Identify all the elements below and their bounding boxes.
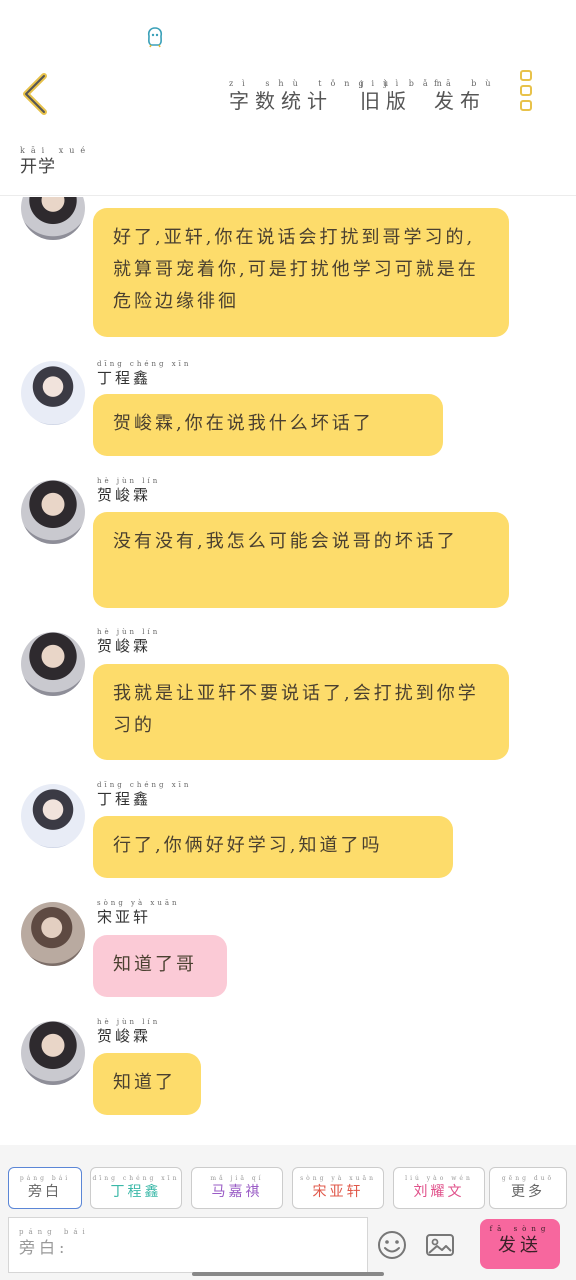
sender-name-text: 丁程鑫 [97, 369, 152, 387]
message-text: 我就是让亚轩不要说话了,会打扰到你学习的 [113, 683, 479, 736]
message-text: 知道了哥 [113, 954, 197, 975]
menu-square [520, 85, 532, 96]
message-bubble[interactable]: 我就是让亚轩不要说话了,会打扰到你学习的 [93, 664, 509, 760]
role-chip-pinyin: sòng yà xuān [300, 1175, 376, 1182]
role-chip-ma-jiaqi[interactable]: mǎ jiā qí 马嘉祺 [191, 1167, 283, 1209]
message-bubble[interactable]: 知道了哥 [93, 935, 227, 997]
sender-name: dīng chéng xīn 丁程鑫 [97, 781, 191, 809]
message-text: 好了,亚轩,你在说话会打扰到哥学习的,就算哥宠着你,可是打扰他学习可就是在危险边… [113, 227, 479, 312]
role-chip-label: 丁程鑫 [110, 1184, 162, 1200]
send-button[interactable]: fā sòng 发送 [480, 1219, 560, 1269]
chapter-bar: kāi xué 开学 [0, 130, 576, 196]
sender-name: dīng chéng xīn 丁程鑫 [97, 360, 191, 388]
message-bubble[interactable]: 好了,亚轩,你在说话会打扰到哥学习的,就算哥宠着你,可是打扰他学习可就是在危险边… [93, 208, 509, 337]
avatar[interactable] [21, 784, 85, 848]
sender-name-pinyin: hè jùn lín [97, 477, 161, 485]
home-indicator[interactable] [192, 1272, 384, 1276]
back-button[interactable] [18, 72, 58, 116]
send-button-label: 发送 [498, 1235, 542, 1256]
role-chip-pinyin: gēng duō [501, 1175, 555, 1182]
role-chip-ding-chengxin[interactable]: dīng chéng xīn 丁程鑫 [90, 1167, 182, 1209]
publish-label: 发布 [434, 89, 486, 113]
message-bubble[interactable]: 行了,你俩好好学习,知道了吗 [93, 816, 453, 878]
message-text: 没有没有,我怎么可能会说哥的坏话了 [113, 531, 458, 552]
role-chip-narrator[interactable]: páng bái 旁白 [8, 1167, 82, 1209]
sender-name-pinyin: hè jùn lín [97, 1018, 161, 1026]
message-text: 知道了 [113, 1072, 176, 1093]
role-chip-liu-yaowen[interactable]: liú yào wén 刘耀文 [393, 1167, 485, 1209]
sender-name: sòng yà xuān 宋亚轩 [97, 899, 180, 927]
menu-square [520, 70, 532, 81]
more-menu-icon[interactable] [520, 70, 540, 116]
menu-square [520, 100, 532, 111]
role-chip-pinyin: dīng chéng xīn [92, 1175, 180, 1182]
sender-name: hè jùn lín 贺峻霖 [97, 477, 160, 505]
role-chip-pinyin: liú yào wén [405, 1175, 473, 1182]
avatar[interactable] [21, 480, 85, 544]
sender-name: hè jùn lín 贺峻霖 [97, 1018, 160, 1046]
avatar[interactable] [21, 902, 85, 966]
role-chip-label: 宋亚轩 [312, 1184, 364, 1200]
sender-name: hè jùn lín 贺峻霖 [97, 628, 160, 656]
emoji-icon[interactable] [376, 1229, 408, 1261]
chapter-title-text: 开学 [20, 157, 56, 177]
sender-name-pinyin: dīng chéng xīn [97, 360, 192, 368]
avatar[interactable] [21, 361, 85, 425]
status-bar [0, 0, 576, 60]
chapter-title[interactable]: kāi xué 开学 [20, 146, 91, 178]
sender-name-text: 宋亚轩 [97, 908, 152, 926]
publish-button[interactable]: fā bù 发布 [434, 78, 500, 113]
sender-name-text: 贺峻霖 [97, 637, 152, 655]
top-navigation-bar: zì shù tǒng jì 字数统计 jiù bǎn 旧版 fā bù 发布 [0, 60, 576, 130]
composer-panel: páng bái 旁白 dīng chéng xīn 丁程鑫 mǎ jiā qí… [0, 1145, 576, 1280]
role-chip-more[interactable]: gēng duō 更多 [489, 1167, 567, 1209]
message-text: 行了,你俩好好学习,知道了吗 [113, 835, 383, 856]
message-input-placeholder-pinyin: páng bái [19, 1228, 90, 1236]
chevron-left-icon [23, 73, 47, 115]
message-input[interactable]: páng bái 旁白: [8, 1217, 368, 1273]
avatar[interactable] [21, 197, 85, 240]
image-icon[interactable] [424, 1229, 456, 1261]
role-chip-label: 刘耀文 [413, 1184, 465, 1200]
sender-name-pinyin: hè jùn lín [97, 628, 161, 636]
sender-name-text: 丁程鑫 [97, 790, 152, 808]
avatar[interactable] [21, 632, 85, 696]
message-input-placeholder: 旁白: [19, 1238, 69, 1257]
sender-name-text: 贺峻霖 [97, 1027, 152, 1045]
chat-message-list[interactable]: 好了,亚轩,你在说话会打扰到哥学习的,就算哥宠着你,可是打扰他学习可就是在危险边… [0, 197, 576, 1145]
publish-pinyin: fā bù [434, 79, 500, 88]
notification-app-icon [147, 27, 163, 48]
message-bubble[interactable]: 没有没有,我怎么可能会说哥的坏话了 [93, 512, 509, 608]
role-chip-pinyin: páng bái [19, 1175, 71, 1182]
role-chip-song-yaxuan[interactable]: sòng yà xuān 宋亚轩 [292, 1167, 384, 1209]
message-bubble[interactable]: 贺峻霖,你在说我什么坏话了 [93, 394, 443, 456]
sender-name-pinyin: dīng chéng xīn [97, 781, 192, 789]
chapter-title-pinyin: kāi xué [20, 146, 92, 155]
message-text: 贺峻霖,你在说我什么坏话了 [113, 413, 374, 434]
sender-name-pinyin: sòng yà xuān [97, 899, 180, 907]
role-chip-label: 马嘉祺 [211, 1184, 263, 1200]
avatar[interactable] [21, 1021, 85, 1085]
role-chip-label: 更多 [511, 1184, 545, 1200]
role-chip-label: 旁白 [28, 1184, 62, 1200]
role-chip-pinyin: mǎ jiā qí [210, 1175, 264, 1182]
message-bubble[interactable]: 知道了 [93, 1053, 201, 1115]
send-button-pinyin: fā sòng [489, 1225, 551, 1233]
sender-name-text: 贺峻霖 [97, 486, 152, 504]
